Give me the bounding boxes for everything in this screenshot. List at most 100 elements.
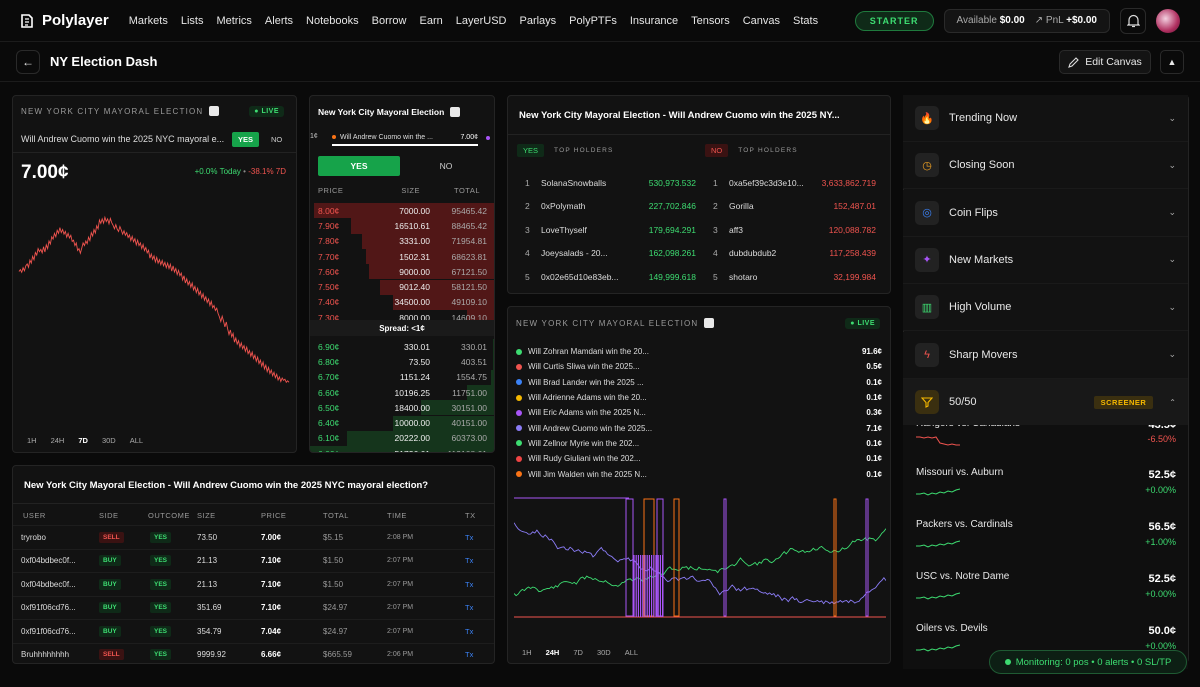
nav-link-earn[interactable]: Earn [419, 15, 442, 27]
sidebar-item-trending-now[interactable]: 🔥 Trending Now ⌄ [903, 95, 1188, 142]
timeframe-all[interactable]: ALL [625, 648, 638, 657]
nav-link-insurance[interactable]: Insurance [630, 15, 678, 27]
timeframe-30d[interactable]: 30D [597, 648, 611, 657]
sidebar-item-sharp-movers[interactable]: ϟ Sharp Movers ⌄ [903, 331, 1188, 379]
screener-market-row[interactable]: Missouri vs. Auburn 52.5¢ +0.00% [903, 461, 1188, 513]
screener-header[interactable]: 50/50 SCREENER ⌃ [903, 379, 1188, 426]
nav-link-stats[interactable]: Stats [793, 15, 818, 27]
legend-item[interactable]: Will Andrew Cuomo win the 2025... 7.1¢ [516, 421, 882, 436]
timeframe-24h[interactable]: 24H [51, 436, 65, 445]
holder-name[interactable]: LoveThyself [541, 225, 587, 235]
sidebar-item-new-markets[interactable]: ✦ New Markets ⌄ [903, 236, 1188, 284]
legend-item[interactable]: Will Curtis Sliwa win the 2025... 0.5¢ [516, 359, 882, 374]
collapse-button[interactable]: ▲ [1160, 50, 1184, 74]
bid-row[interactable]: 6.00¢51736.61112108.61 [310, 446, 494, 452]
holder-name[interactable]: shotaro [729, 272, 757, 282]
avatar[interactable] [1156, 8, 1180, 33]
legend-item[interactable]: Will Adrienne Adams win the 20... 0.1¢ [516, 390, 882, 405]
holder-name[interactable]: aff3 [729, 225, 743, 235]
holder-row[interactable]: 1 SolanaSnowballs 530,973.532 [516, 171, 696, 195]
sidebar-item-high-volume[interactable]: ▥ High Volume ⌄ [903, 284, 1188, 332]
balance-box[interactable]: Available $0.00 ↗ PnL +$0.00 [943, 8, 1110, 33]
holder-name[interactable]: 0x02e65d10e83eb... [541, 272, 619, 282]
holder-row[interactable]: 5 shotaro 32,199.984 [704, 265, 884, 289]
legend-item[interactable]: Will Rudy Giuliani win the 202... 0.1¢ [516, 451, 882, 466]
holder-row[interactable]: 3 LoveThyself 179,694.291 [516, 218, 696, 242]
tx-link[interactable]: Tx [465, 650, 473, 659]
screener-market-row[interactable]: Rangers vs. Canadians 43.5¢ -6.50% [903, 425, 1188, 461]
holder-name[interactable]: Joeysalads - 20... [541, 248, 608, 258]
trade-user[interactable]: 0xf04bdbec0f... [21, 580, 76, 589]
sidebar-item-coin-flips[interactable]: ◎ Coin Flips ⌄ [903, 189, 1188, 237]
monitoring-status[interactable]: Monitoring: 0 pos • 0 alerts • 0 SL/TP [989, 650, 1187, 674]
trade-row[interactable]: Bruhhhhhhhh SELL YES 9999.92 6.66¢ $665.59 2:0… [13, 642, 494, 664]
nav-link-metrics[interactable]: Metrics [216, 15, 251, 27]
back-button[interactable]: ← [16, 49, 40, 74]
edit-canvas-button[interactable]: Edit Canvas [1059, 50, 1151, 74]
screener-market-row[interactable]: Packers vs. Cardinals 56.5¢ +1.00% [903, 513, 1188, 565]
legend-item[interactable]: Will Zellnor Myrie win the 202... 0.1¢ [516, 436, 882, 451]
bid-row[interactable]: 6.40¢ 10000.00 40151.00 [310, 415, 494, 431]
nav-link-tensors[interactable]: Tensors [691, 15, 730, 27]
holder-row[interactable]: 5 0x02e65d10e83eb... 149,999.618 [516, 265, 696, 289]
trade-row[interactable]: 0xf04bdbec0f... BUY YES 21.13 7.10¢ $1.50 2:07… [13, 548, 494, 573]
trade-user[interactable]: 0xf91f06cd76... [21, 627, 76, 636]
timeframe-7d[interactable]: 7D [78, 436, 88, 445]
yes-toggle[interactable]: YES [232, 132, 260, 147]
trade-row[interactable]: 0xf91f06cd76... BUY YES 354.79 7.04¢ $24.97 2:… [13, 619, 494, 643]
legend-item[interactable]: Will Eric Adams win the 2025 N... 0.3¢ [516, 405, 882, 420]
timeframe-1h[interactable]: 1H [27, 436, 37, 445]
tx-link[interactable]: Tx [465, 603, 473, 612]
tx-link[interactable]: Tx [465, 627, 473, 636]
no-toggle[interactable]: NO [271, 135, 282, 144]
notifications-button[interactable] [1120, 7, 1146, 34]
legend-item[interactable]: Will Brad Lander win the 2025 ... 0.1¢ [516, 375, 882, 390]
timeframe-all[interactable]: ALL [130, 436, 143, 445]
holder-name[interactable]: SolanaSnowballs [541, 178, 606, 188]
trade-row[interactable]: 0xf91f06cd76... BUY YES 351.69 7.10¢ $24.97 2:… [13, 595, 494, 620]
bid-row[interactable]: 6.90¢ 330.01 330.01 [310, 339, 494, 355]
timeframe-7d[interactable]: 7D [573, 648, 583, 657]
bid-row[interactable]: 6.10¢ 20222.00 60373.00 [310, 430, 494, 447]
nav-link-markets[interactable]: Markets [129, 15, 168, 27]
trade-user[interactable]: 0xf04bdbec0f... [21, 556, 76, 565]
brand[interactable]: Polylayer [20, 12, 109, 29]
bid-row[interactable]: 6.50¢ 18400.00 30151.00 [310, 400, 494, 416]
tx-link[interactable]: Tx [465, 533, 473, 542]
holder-row[interactable]: 2 0xPolymath 227,702.846 [516, 195, 696, 219]
legend-item[interactable]: Will Jim Walden win the 2025 N... 0.1¢ [516, 466, 882, 481]
holder-row[interactable]: 4 dubdubdub2 117,258.439 [704, 242, 884, 266]
trade-user[interactable]: tryrobo [21, 533, 46, 542]
nav-link-polyptfs[interactable]: PolyPTFs [569, 15, 617, 27]
multi-outcome-chart[interactable] [514, 495, 886, 620]
holder-row[interactable]: 2 Gorilla 152,487.01 [704, 195, 884, 219]
bid-row[interactable]: 6.60¢ 10196.25 11751.00 [310, 384, 494, 401]
timeframe-1h[interactable]: 1H [522, 648, 532, 657]
sidebar-item-closing-soon[interactable]: ◷ Closing Soon ⌄ [903, 142, 1188, 190]
trade-user[interactable]: Bruhhhhhhhh [21, 650, 69, 659]
trade-row[interactable]: 0xf04bdbec0f... BUY YES 21.13 7.10¢ $1.50 2:07… [13, 572, 494, 596]
tx-link[interactable]: Tx [465, 580, 473, 589]
nav-link-borrow[interactable]: Borrow [372, 15, 407, 27]
legend-item[interactable]: Will Zohran Mamdani win the 20... 91.6¢ [516, 344, 882, 359]
nav-link-parlays[interactable]: Parlays [519, 15, 556, 27]
holder-name[interactable]: 0xa5ef39c3d3e10... [729, 178, 804, 188]
trade-row[interactable]: tryrobo SELL YES 73.50 7.00¢ $5.15 2:08 PM Tx [13, 525, 494, 549]
holder-name[interactable]: dubdubdub2 [729, 248, 776, 258]
timeframe-30d[interactable]: 30D [102, 436, 116, 445]
timeframe-24h[interactable]: 24H [546, 648, 560, 657]
holder-row[interactable]: 3 aff3 120,088.782 [704, 218, 884, 242]
screener-market-row[interactable]: USC vs. Notre Dame 52.5¢ +0.00% [903, 565, 1188, 617]
holder-name[interactable]: 0xPolymath [541, 201, 585, 211]
plan-badge[interactable]: STARTER [854, 10, 934, 31]
holder-name[interactable]: Gorilla [729, 201, 754, 211]
nav-link-lists[interactable]: Lists [181, 15, 204, 27]
tx-link[interactable]: Tx [465, 556, 473, 565]
trade-user[interactable]: 0xf91f06cd76... [21, 603, 76, 612]
bid-row[interactable]: 6.70¢ 1151.24 1554.75 [310, 369, 494, 385]
nav-link-alerts[interactable]: Alerts [265, 15, 293, 27]
price-chart[interactable] [13, 191, 297, 441]
holder-row[interactable]: 1 0xa5ef39c3d3e10... 3,633,862.719 [704, 171, 884, 195]
nav-link-layerusd[interactable]: LayerUSD [456, 15, 507, 27]
holder-row[interactable]: 4 Joeysalads - 20... 162,098.261 [516, 242, 696, 266]
